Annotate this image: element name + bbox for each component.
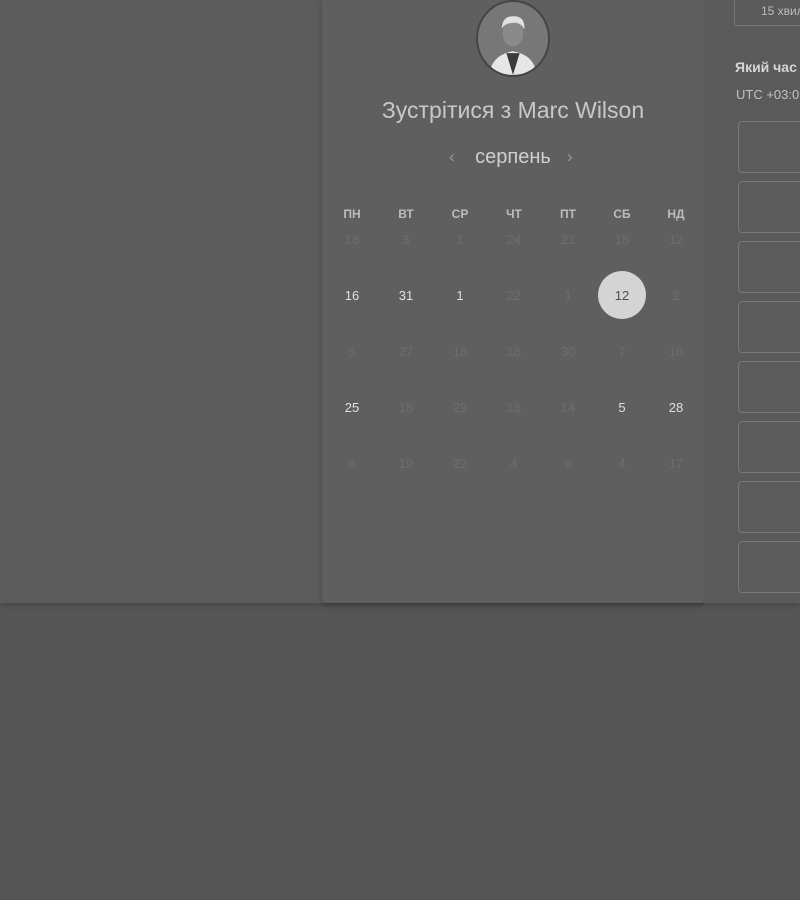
time-slot-panel: 15 хвил Який час UTC +03:0: [704, 0, 800, 603]
calendar-day-number: 27: [398, 343, 414, 359]
calendar-week-row: 5 27 18 18 30 7 16: [325, 324, 703, 378]
calendar-day: 18: [325, 212, 379, 266]
calendar-day-number: 17: [668, 455, 684, 471]
calendar-day: 21: [541, 212, 595, 266]
calendar-day-number: 30: [560, 343, 576, 359]
timezone-label[interactable]: UTC +03:0: [736, 87, 799, 102]
calendar-day: 7: [595, 324, 649, 378]
calendar-day-number: 22: [452, 455, 468, 471]
calendar-day-number: 18: [506, 343, 522, 359]
calendar-day: 16: [487, 380, 541, 434]
calendar-day: 9: [541, 436, 595, 490]
calendar-day-number: 4: [618, 455, 626, 471]
calendar-day: 22: [433, 436, 487, 490]
calendar-day: 22: [487, 268, 541, 322]
chevron-right-icon[interactable]: ›: [567, 147, 573, 167]
calendar-day-number: 5: [348, 343, 356, 359]
calendar-day: 19: [379, 436, 433, 490]
time-slot-button[interactable]: [738, 181, 800, 233]
calendar-day-number: 2: [672, 287, 680, 303]
calendar-day-number: 28: [668, 399, 684, 415]
calendar-day-number: 16: [506, 399, 522, 415]
calendar-day-number: 1: [564, 287, 572, 303]
calendar-day[interactable]: 25: [325, 380, 379, 434]
calendar-day: 29: [433, 380, 487, 434]
time-question-heading: Який час: [735, 59, 797, 75]
calendar-day-number: 22: [506, 287, 522, 303]
calendar-day-number: 24: [506, 231, 522, 247]
time-slot-button[interactable]: [738, 301, 800, 353]
calendar-day-number: 12: [668, 231, 684, 247]
calendar-day-number: 31: [398, 287, 414, 303]
time-slot-button[interactable]: [738, 541, 800, 593]
calendar-day: 4: [487, 436, 541, 490]
calendar-day-number: 18: [398, 399, 414, 415]
calendar-day: 14: [541, 380, 595, 434]
calendar-day[interactable]: 28: [649, 380, 703, 434]
calendar-day[interactable]: 1: [433, 268, 487, 322]
calendar-day: 30: [541, 324, 595, 378]
calendar-day-number: 18: [614, 231, 630, 247]
calendar-day-number: 5: [618, 399, 626, 415]
calendar-day: 5: [325, 324, 379, 378]
calendar-day: 27: [379, 324, 433, 378]
calendar-day: 16: [649, 324, 703, 378]
calendar-day-number: 1: [456, 231, 464, 247]
calendar-day[interactable]: 16: [325, 268, 379, 322]
calendar-day-number: 14: [560, 399, 576, 415]
calendar-day: 18: [433, 324, 487, 378]
month-navigation: ‹ серпень ›: [440, 144, 586, 174]
calendar-day-number: 9: [564, 455, 572, 471]
calendar-day-number: 6: [348, 455, 356, 471]
calendar-day: 24: [487, 212, 541, 266]
calendar-day: 4: [595, 436, 649, 490]
person-icon: [478, 2, 548, 75]
calendar-day: 18: [379, 380, 433, 434]
month-label: серпень: [475, 146, 551, 168]
time-slot-button[interactable]: [738, 241, 800, 293]
calendar-week-row: 6 19 22 4 9 4 17: [325, 436, 703, 490]
calendar-day-number: 3: [402, 231, 410, 247]
calendar-day: 3: [379, 212, 433, 266]
calendar-day-number: 16: [344, 287, 360, 303]
page-title: Зустрітися з Marc Wilson: [381, 97, 645, 123]
calendar-week-row: 16 31 1 22 1 12 2: [325, 268, 703, 322]
calendar-day-number: 29: [452, 399, 468, 415]
calendar-day-number: 21: [560, 231, 576, 247]
calendar-day-number: 19: [398, 455, 414, 471]
time-slot-button[interactable]: [738, 121, 800, 173]
time-slot-button[interactable]: [738, 361, 800, 413]
calendar-week-row: 18 3 1 24 21 18 12: [325, 212, 703, 266]
time-slot-button[interactable]: [738, 421, 800, 473]
calendar-week-row: 25 18 29 16 14 5 28: [325, 380, 703, 434]
calendar-day: 18: [595, 212, 649, 266]
calendar-day-number: 16: [668, 343, 684, 359]
calendar-day: 12: [649, 212, 703, 266]
calendar-day[interactable]: 31: [379, 268, 433, 322]
calendar-day: 18: [487, 324, 541, 378]
calendar-day[interactable]: 5: [595, 380, 649, 434]
calendar-day: 6: [325, 436, 379, 490]
calendar-day: 17: [649, 436, 703, 490]
calendar-day: 2: [649, 268, 703, 322]
calendar-day-number: 1: [456, 287, 464, 303]
calendar-day-selected[interactable]: 12: [595, 268, 649, 322]
calendar-day-number: 4: [510, 455, 518, 471]
calendar-day-number: 25: [344, 399, 360, 415]
calendar-day-number: 7: [618, 343, 626, 359]
time-slot-button[interactable]: [738, 481, 800, 533]
calendar-day-number: 18: [344, 231, 360, 247]
calendar-day: 1: [433, 212, 487, 266]
calendar-day-number: 12: [598, 271, 646, 319]
calendar-day-number: 18: [452, 343, 468, 359]
calendar-day: 1: [541, 268, 595, 322]
duration-badge: 15 хвил: [734, 0, 800, 26]
avatar: [476, 0, 550, 77]
